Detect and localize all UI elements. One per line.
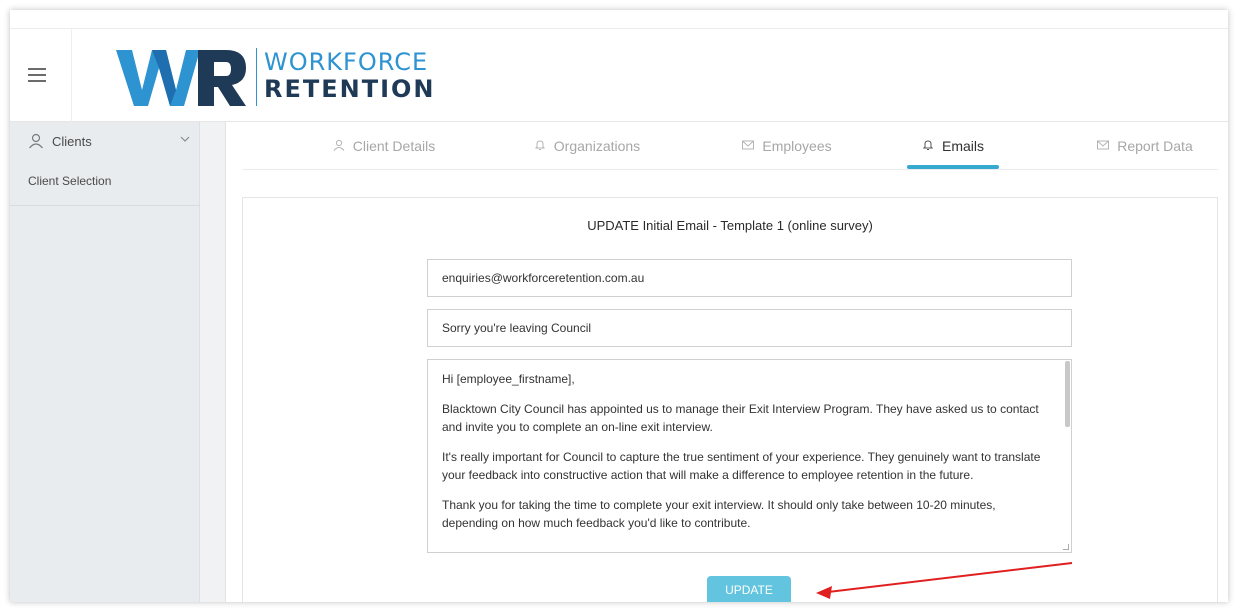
resize-handle-icon[interactable]: [1063, 544, 1069, 550]
bell-icon: [922, 139, 934, 154]
tab-organizations[interactable]: Organizations: [497, 122, 677, 170]
sidebar-menu-label: Clients: [52, 133, 92, 149]
brand-name-line2: RETENTION: [264, 75, 436, 103]
brand-name-line1: WORKFORCE: [264, 48, 429, 76]
user-icon: [333, 139, 345, 154]
hamburger-icon[interactable]: [28, 68, 46, 82]
body-paragraph: Blacktown City Council has appointed us …: [442, 402, 1039, 434]
app-window: WORKFORCE RETENTION Clients Client Selec…: [10, 10, 1228, 602]
chevron-down-icon: [180, 134, 190, 145]
mail-icon: [742, 139, 755, 153]
wr-logo-mark: [116, 50, 246, 106]
form-title: UPDATE Initial Email - Template 1 (onlin…: [587, 218, 873, 233]
tab-emails[interactable]: Emails: [882, 122, 1024, 170]
body-paragraph: It's really important for Council to cap…: [442, 450, 1041, 482]
tab-employees[interactable]: Employees: [697, 122, 877, 170]
sidebar-gutter: [200, 122, 226, 602]
brand-logo[interactable]: WORKFORCE RETENTION: [116, 46, 434, 110]
sidebar-item-client-selection[interactable]: Client Selection: [10, 174, 200, 206]
user-icon: [28, 133, 44, 149]
body-paragraph: Thank you for taking the time to complet…: [442, 498, 996, 530]
tab-label: Report Data: [1117, 138, 1193, 154]
tab-bar: Client Details Organizations Employees E…: [242, 122, 1218, 170]
tab-report-data[interactable]: Report Data: [1072, 122, 1218, 170]
tab-label: Emails: [941, 138, 984, 154]
bell-icon: [534, 139, 546, 154]
top-header: WORKFORCE RETENTION: [10, 10, 1228, 122]
sidebar-menu-clients[interactable]: Clients: [10, 122, 200, 160]
tab-label: Organizations: [553, 138, 641, 154]
active-tab-indicator: [907, 165, 999, 169]
mail-icon: [1097, 139, 1110, 153]
email-body-textarea[interactable]: Hi [employee_firstname], Blacktown City …: [427, 359, 1072, 553]
update-button[interactable]: UPDATE: [707, 576, 791, 602]
email-template-panel: UPDATE Initial Email - Template 1 (onlin…: [242, 197, 1218, 602]
tab-client-details[interactable]: Client Details: [294, 122, 474, 170]
body-paragraph: Hi [employee_firstname],: [442, 372, 575, 386]
from-email-field[interactable]: enquiries@workforceretention.com.au: [427, 259, 1072, 297]
tab-label: Client Details: [352, 138, 436, 154]
textarea-scrollbar[interactable]: [1065, 361, 1070, 427]
tab-label: Employees: [762, 138, 832, 154]
subject-field[interactable]: Sorry you're leaving Council: [427, 309, 1072, 347]
sidebar: Clients Client Selection: [10, 122, 200, 602]
